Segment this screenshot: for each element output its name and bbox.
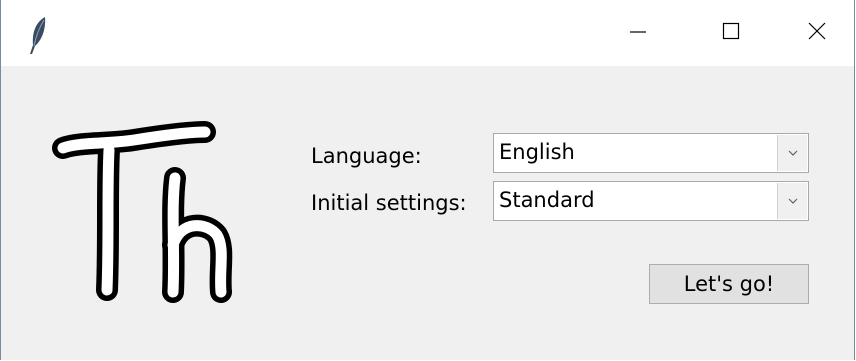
language-label: Language: <box>311 144 422 168</box>
maximize-button[interactable] <box>684 0 778 66</box>
chevron-down-icon[interactable] <box>777 183 807 219</box>
title-bar[interactable] <box>1 0 854 66</box>
app-window: Language: English Initial settings: Stan… <box>0 0 855 360</box>
minimize-button[interactable] <box>591 0 685 66</box>
chevron-down-icon[interactable] <box>777 135 807 171</box>
th-logo-icon <box>49 120 259 306</box>
lets-go-button[interactable]: Let's go! <box>649 264 809 304</box>
initial-settings-value: Standard <box>499 188 595 212</box>
close-icon <box>808 22 826 44</box>
main-content: Language: English Initial settings: Stan… <box>1 66 854 360</box>
close-button[interactable] <box>777 0 856 66</box>
initial-settings-label: Initial settings: <box>311 191 467 215</box>
minimize-icon <box>629 22 647 44</box>
maximize-icon <box>722 22 740 44</box>
initial-settings-select[interactable]: Standard <box>493 181 809 221</box>
feather-icon <box>27 16 49 56</box>
language-value: English <box>499 140 575 164</box>
language-select[interactable]: English <box>493 133 809 173</box>
